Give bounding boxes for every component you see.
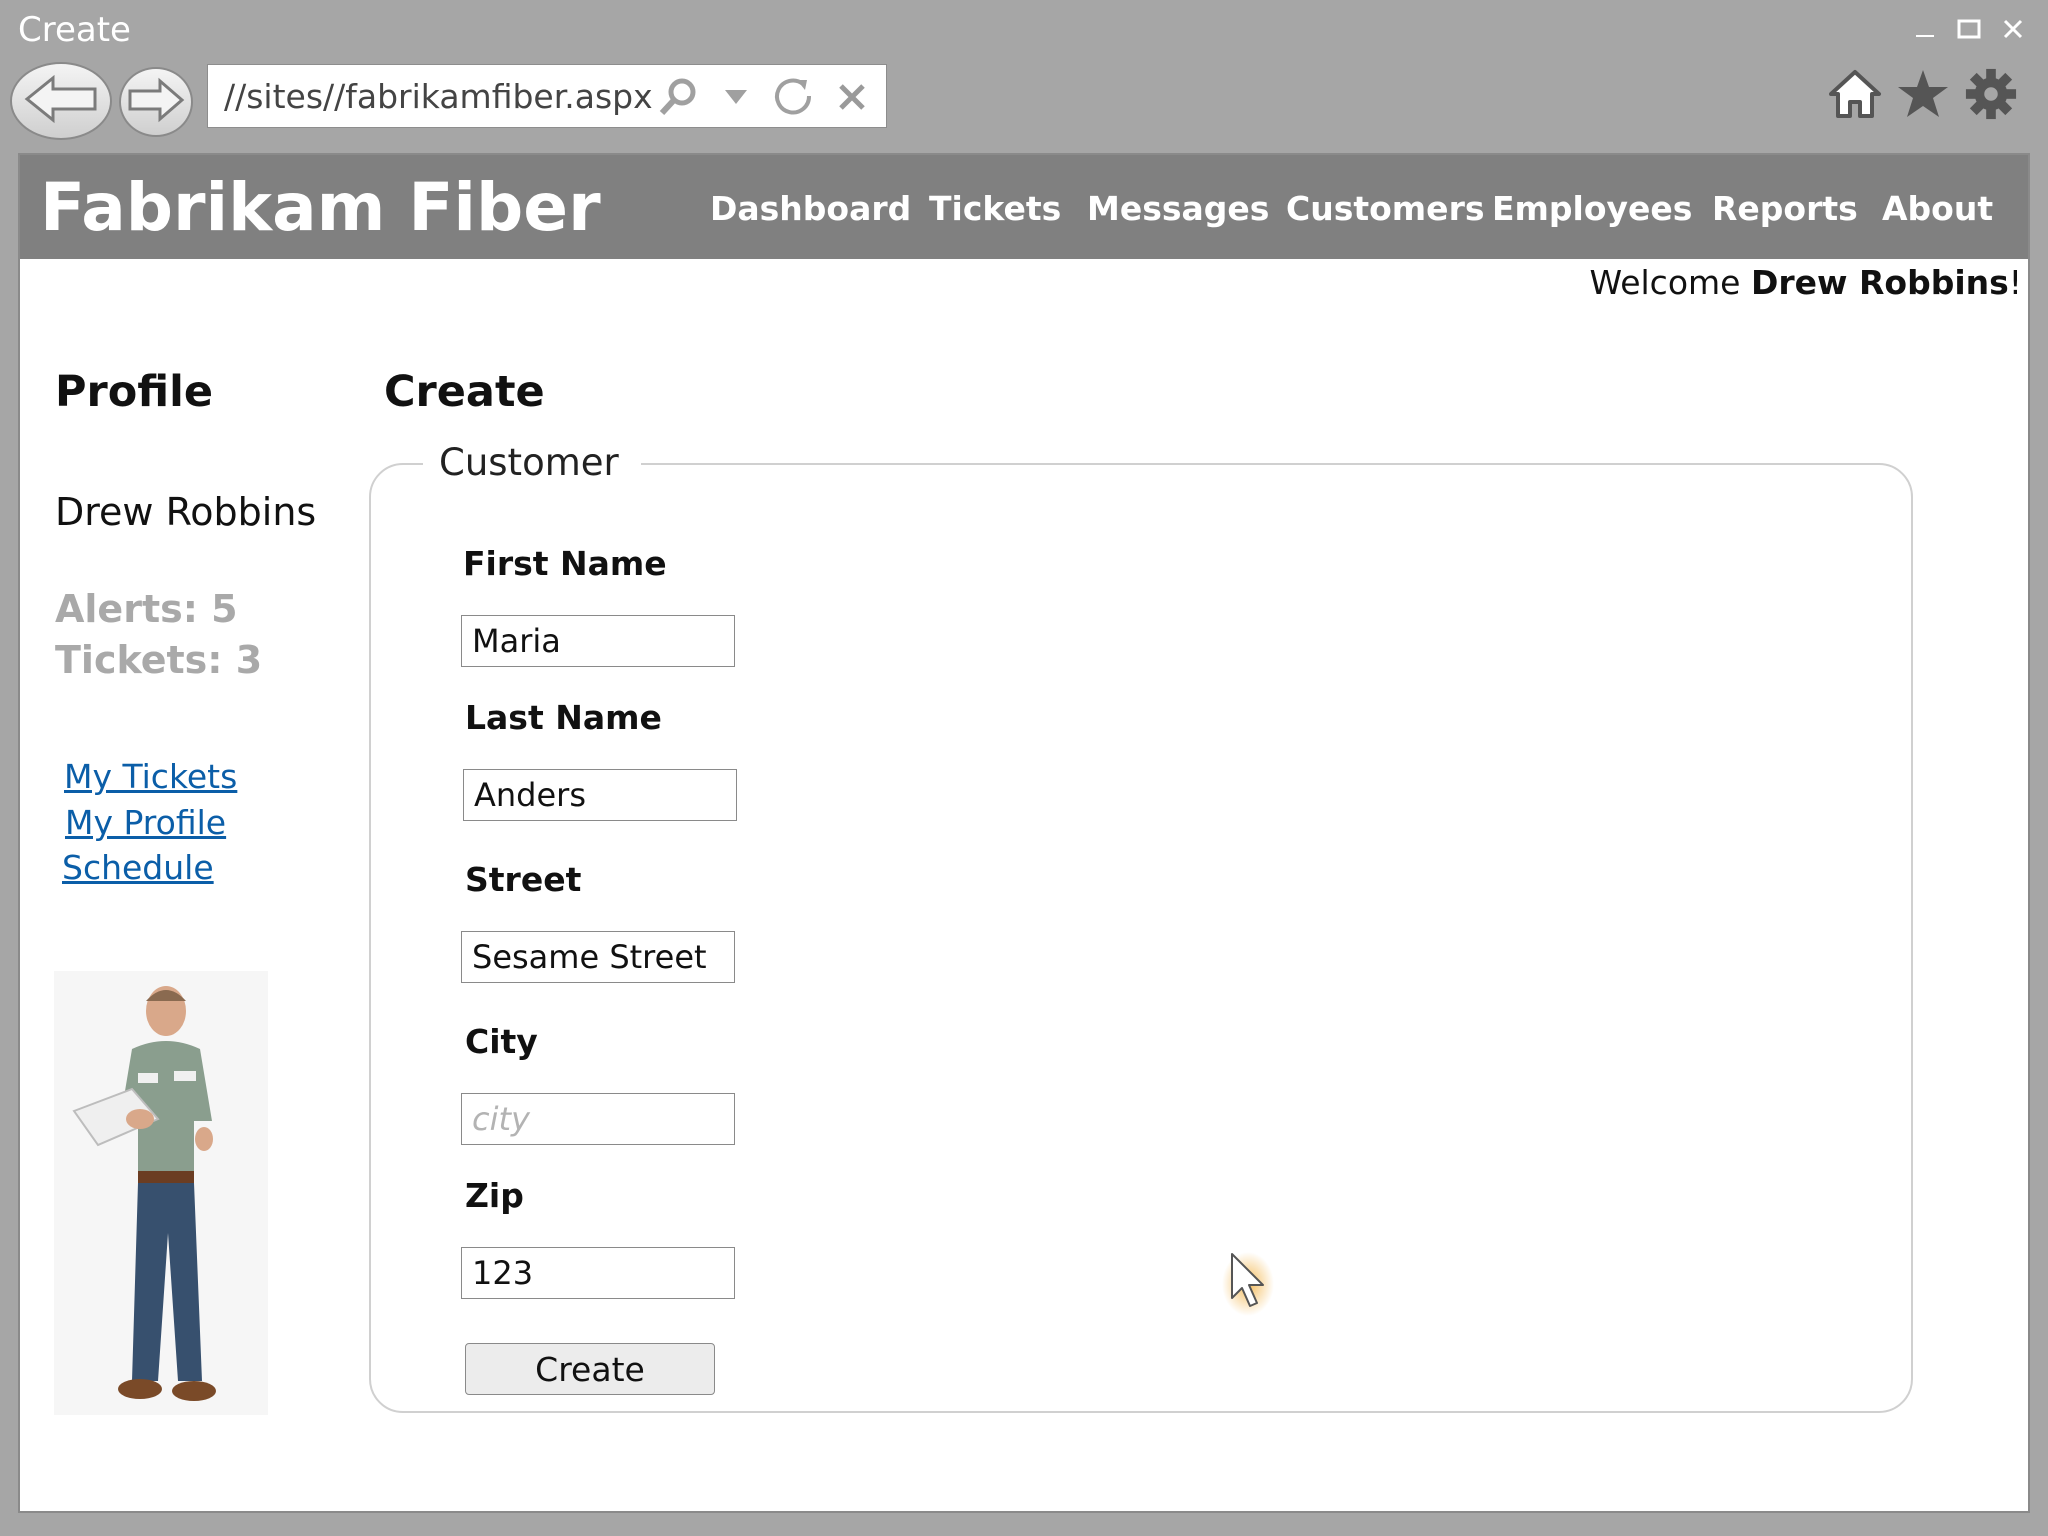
minimize-icon[interactable] [1910,14,1940,44]
dropdown-icon[interactable] [714,75,758,119]
close-icon[interactable] [830,75,874,119]
city-input[interactable] [461,1093,735,1145]
street-input[interactable] [461,931,735,983]
back-arrow-icon [23,74,99,128]
profile-photo [54,971,268,1415]
close-window-icon[interactable] [1998,14,2028,44]
gear-icon[interactable] [1964,64,2018,124]
nav-employees[interactable]: Employees [1492,189,1692,228]
last-name-label: Last Name [465,698,662,737]
nav-messages[interactable]: Messages [1087,189,1269,228]
nav-tickets[interactable]: Tickets [929,189,1061,228]
nav-about[interactable]: About [1882,189,1993,228]
my-profile-link[interactable]: My Profile [65,803,226,842]
maximize-icon[interactable] [1954,14,1984,44]
site-header: Fabrikam Fiber Dashboard Tickets Message… [20,155,2028,259]
nav-customers[interactable]: Customers [1286,189,1484,228]
zip-input[interactable] [461,1247,735,1299]
page-title: Create [384,367,545,417]
refresh-icon[interactable] [772,75,816,119]
first-name-input[interactable] [461,615,735,667]
forward-arrow-icon [126,77,186,127]
home-icon[interactable] [1828,64,1882,124]
street-label: Street [465,860,582,899]
welcome-message: Welcome Drew Robbins! [1590,263,2022,302]
welcome-prefix: Welcome [1589,263,1751,302]
alerts-count: Alerts: 5 [55,587,238,631]
zip-label: Zip [465,1176,524,1215]
window-title: Create [18,10,131,50]
star-icon[interactable] [1896,64,1950,124]
url-text[interactable]: //sites//fabrikamfiber.aspx [224,77,653,116]
back-button[interactable] [10,62,112,140]
schedule-link[interactable]: Schedule [62,848,214,887]
window-controls [1910,14,2028,44]
tickets-count: Tickets: 3 [55,638,263,682]
mouse-cursor-icon [1222,1250,1282,1320]
create-button[interactable]: Create [465,1343,715,1395]
search-icon[interactable] [656,75,700,119]
fieldset-legend: Customer [423,441,641,484]
first-name-label: First Name [463,544,667,583]
nav-reports[interactable]: Reports [1712,189,1858,228]
profile-name: Drew Robbins [55,490,317,534]
city-label: City [465,1022,538,1061]
page-content: Fabrikam Fiber Dashboard Tickets Message… [18,153,2030,1513]
welcome-suffix: ! [2008,263,2022,302]
forward-button[interactable] [119,67,193,137]
nav-dashboard[interactable]: Dashboard [710,189,911,228]
my-tickets-link[interactable]: My Tickets [64,757,237,796]
welcome-user: Drew Robbins [1750,263,2009,302]
last-name-input[interactable] [463,769,737,821]
top-navigation: Dashboard Tickets Messages Customers Emp… [20,155,2028,259]
profile-title: Profile [55,367,214,417]
address-bar[interactable]: //sites//fabrikamfiber.aspx [207,64,887,128]
